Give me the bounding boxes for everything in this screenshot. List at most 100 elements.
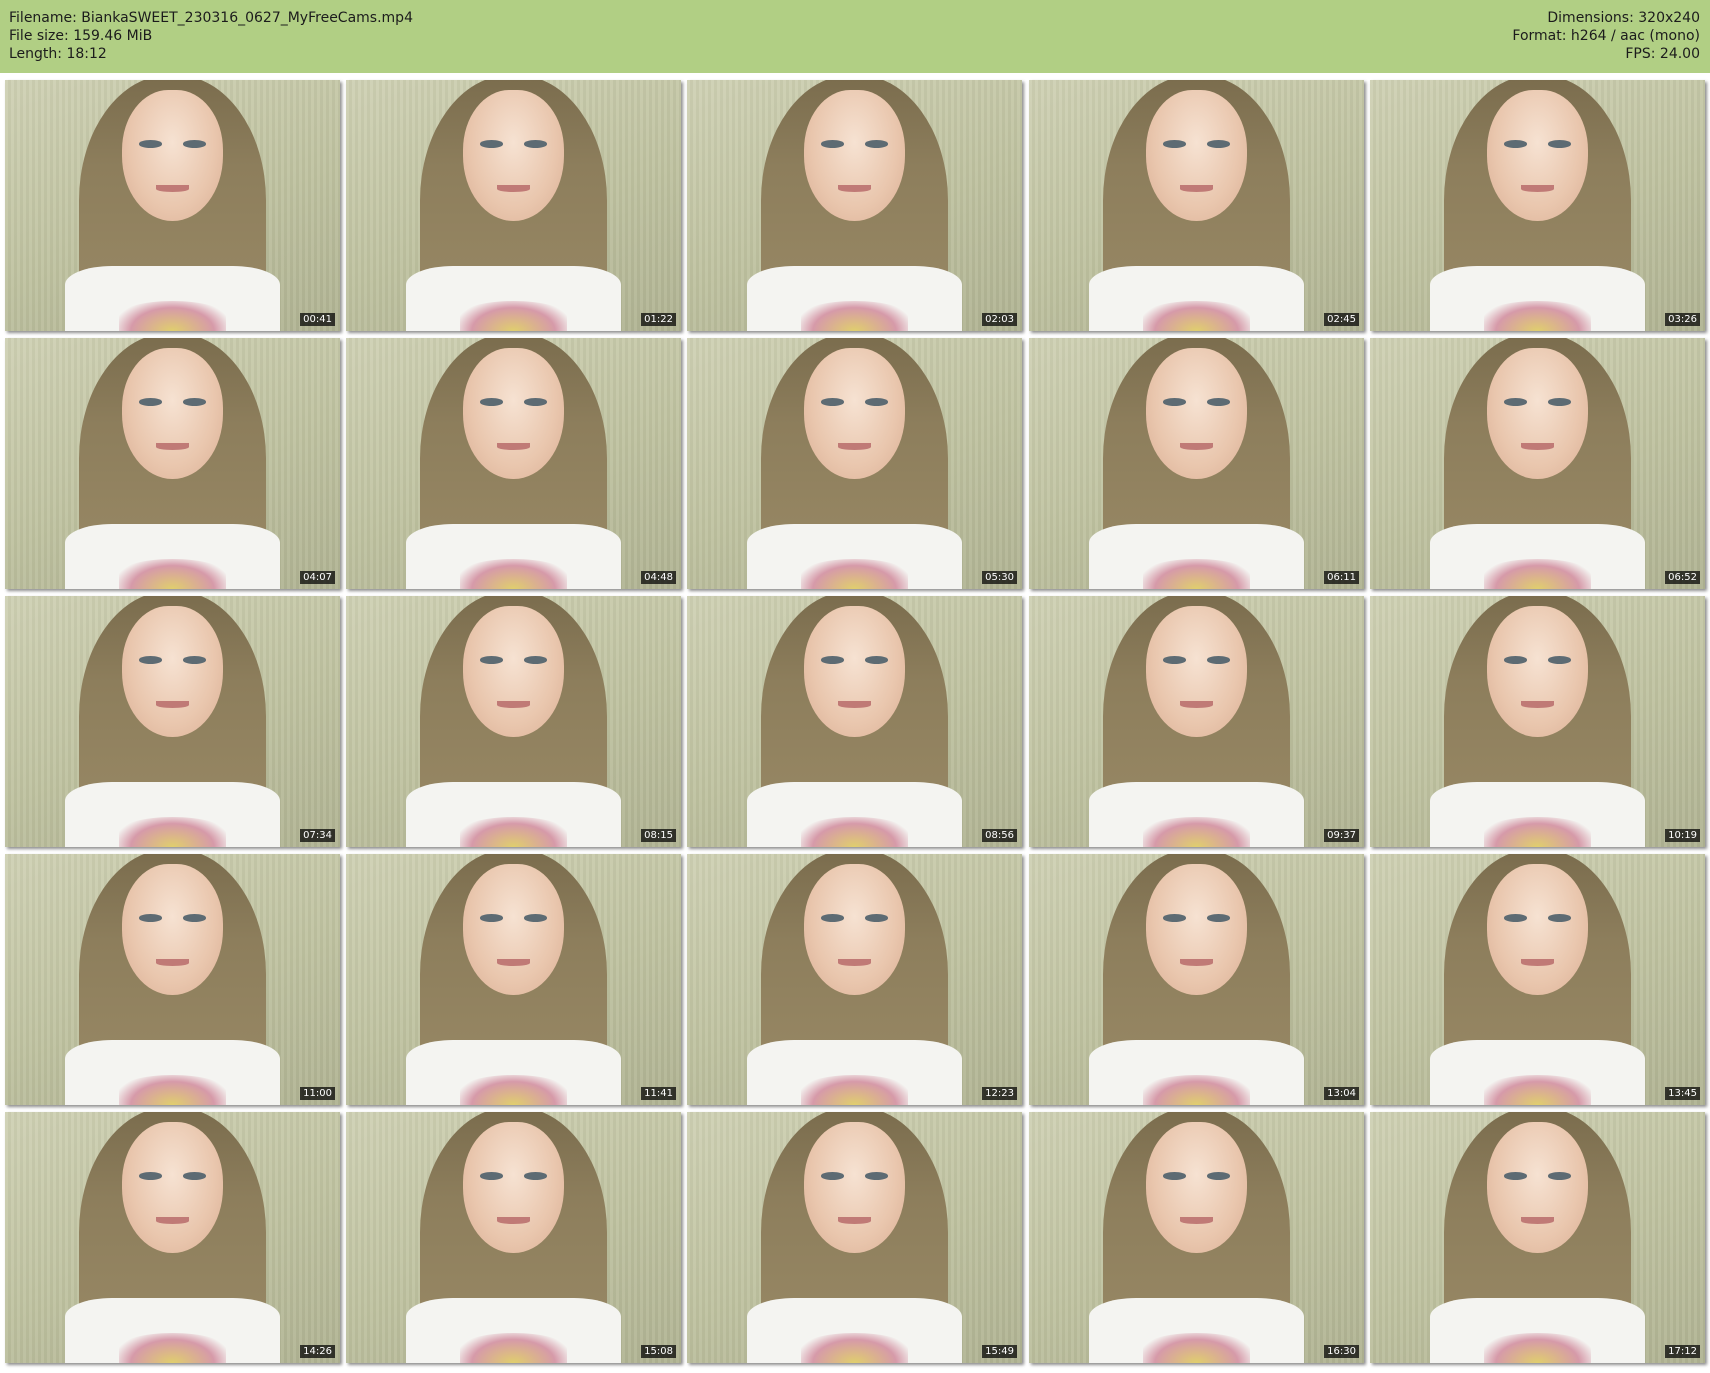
shirt-print (1142, 1074, 1251, 1105)
right-eye (523, 656, 547, 664)
shirt-print (1483, 1074, 1592, 1105)
mouth-shape (1520, 443, 1555, 450)
right-eye (864, 398, 888, 406)
left-eye (821, 1172, 845, 1180)
format-label: Format: h264 / aac (mono) (1512, 28, 1700, 44)
shirt-print (1483, 816, 1592, 847)
left-eye (1163, 140, 1187, 148)
timestamp-label: 15:08 (641, 1345, 676, 1358)
left-eye (1163, 656, 1187, 664)
thumbnail-frame: 06:11 (1029, 338, 1364, 589)
thumbnail-frame: 05:30 (687, 338, 1022, 589)
shirt-print (118, 558, 227, 589)
timestamp-label: 12:23 (982, 1087, 1017, 1100)
left-eye (821, 914, 845, 922)
shirt-print (1483, 300, 1592, 331)
length-label: Length: 18:12 (9, 46, 107, 62)
face-shape (463, 864, 564, 995)
right-eye (523, 140, 547, 148)
mouth-shape (155, 185, 190, 192)
left-eye (480, 656, 504, 664)
left-eye (139, 656, 163, 664)
mouth-shape (1179, 1217, 1214, 1224)
thumbnail-frame: 02:45 (1029, 80, 1364, 331)
right-eye (1206, 1172, 1230, 1180)
right-eye (182, 914, 206, 922)
mouth-shape (496, 959, 531, 966)
shirt-print (459, 300, 568, 331)
timestamp-label: 09:37 (1324, 829, 1359, 842)
face-shape (463, 606, 564, 737)
timestamp-label: 16:30 (1324, 1345, 1359, 1358)
thumbnail-frame: 09:37 (1029, 596, 1364, 847)
shirt-print (118, 1074, 227, 1105)
thumbnail-frame: 13:04 (1029, 854, 1364, 1105)
thumbnail-frame: 08:56 (687, 596, 1022, 847)
face-shape (804, 348, 905, 479)
mouth-shape (1520, 1217, 1555, 1224)
thumbnail-frame: 01:22 (346, 80, 681, 331)
mouth-shape (837, 443, 872, 450)
face-shape (1487, 348, 1588, 479)
left-eye (821, 656, 845, 664)
timestamp-label: 11:00 (300, 1087, 335, 1100)
face-shape (463, 348, 564, 479)
shirt-print (800, 1074, 909, 1105)
shirt-print (118, 300, 227, 331)
timestamp-label: 10:19 (1665, 829, 1700, 842)
mouth-shape (496, 1217, 531, 1224)
right-eye (182, 140, 206, 148)
left-eye (139, 914, 163, 922)
mouth-shape (496, 443, 531, 450)
thumbnail-frame: 14:26 (5, 1112, 340, 1363)
thumbnail-frame: 07:34 (5, 596, 340, 847)
mouth-shape (837, 185, 872, 192)
right-eye (1206, 914, 1230, 922)
face-shape (1146, 606, 1247, 737)
timestamp-label: 13:04 (1324, 1087, 1359, 1100)
shirt-print (800, 558, 909, 589)
right-eye (523, 1172, 547, 1180)
mouth-shape (1520, 701, 1555, 708)
timestamp-label: 00:41 (300, 313, 335, 326)
right-eye (1547, 1172, 1571, 1180)
shirt-print (459, 1074, 568, 1105)
right-eye (864, 140, 888, 148)
timestamp-label: 05:30 (982, 571, 1017, 584)
timestamp-label: 01:22 (641, 313, 676, 326)
thumbnail-frame: 03:26 (1370, 80, 1705, 331)
mouth-shape (1520, 185, 1555, 192)
face-shape (1487, 90, 1588, 221)
thumbnail-frame: 15:08 (346, 1112, 681, 1363)
right-eye (1206, 140, 1230, 148)
left-eye (1163, 1172, 1187, 1180)
timestamp-label: 02:45 (1324, 313, 1359, 326)
face-shape (463, 90, 564, 221)
face-shape (122, 606, 223, 737)
left-eye (1163, 398, 1187, 406)
face-shape (122, 864, 223, 995)
timestamp-label: 14:26 (300, 1345, 335, 1358)
shirt-print (459, 558, 568, 589)
thumbnail-frame: 04:48 (346, 338, 681, 589)
thumbnail-frame: 02:03 (687, 80, 1022, 331)
thumbnail-frame: 15:49 (687, 1112, 1022, 1363)
right-eye (182, 398, 206, 406)
left-eye (1504, 140, 1528, 148)
mouth-shape (837, 1217, 872, 1224)
thumbnail-frame: 11:00 (5, 854, 340, 1105)
timestamp-label: 08:56 (982, 829, 1017, 842)
shirt-print (459, 816, 568, 847)
left-eye (139, 140, 163, 148)
mouth-shape (1179, 185, 1214, 192)
face-shape (1146, 864, 1247, 995)
timestamp-label: 11:41 (641, 1087, 676, 1100)
face-shape (122, 1122, 223, 1253)
shirt-print (459, 1332, 568, 1363)
right-eye (182, 656, 206, 664)
face-shape (804, 606, 905, 737)
left-eye (821, 398, 845, 406)
mouth-shape (496, 185, 531, 192)
mouth-shape (1520, 959, 1555, 966)
timestamp-label: 13:45 (1665, 1087, 1700, 1100)
